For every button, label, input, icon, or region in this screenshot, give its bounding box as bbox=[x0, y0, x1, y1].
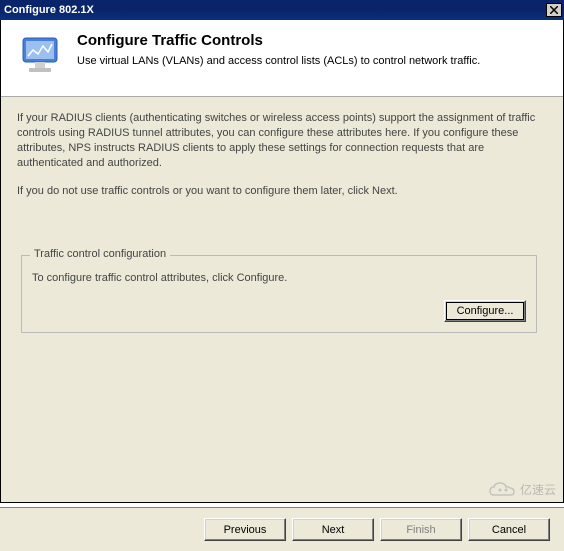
finish-button[interactable]: Finish bbox=[380, 518, 462, 541]
wizard-content: If your RADIUS clients (authenticating s… bbox=[1, 97, 563, 347]
groupbox-title: Traffic control configuration bbox=[30, 248, 170, 260]
header-text: Configure Traffic Controls Use virtual L… bbox=[77, 32, 480, 67]
window-title: Configure 802.1X bbox=[4, 4, 94, 16]
description-paragraph-2: If you do not use traffic controls or yo… bbox=[17, 184, 547, 199]
wizard-button-row: Previous Next Finish Cancel bbox=[0, 507, 564, 551]
page-title: Configure Traffic Controls bbox=[77, 32, 480, 49]
monitor-chart-icon bbox=[17, 32, 65, 80]
close-button[interactable] bbox=[546, 3, 562, 17]
wizard-header: Configure Traffic Controls Use virtual L… bbox=[1, 20, 563, 97]
cancel-button[interactable]: Cancel bbox=[468, 518, 550, 541]
description-paragraph-1: If your RADIUS clients (authenticating s… bbox=[17, 111, 547, 170]
next-button[interactable]: Next bbox=[292, 518, 374, 541]
window-titlebar: Configure 802.1X bbox=[0, 0, 564, 20]
traffic-control-groupbox: Traffic control configuration To configu… bbox=[21, 255, 537, 333]
groupbox-text: To configure traffic control attributes,… bbox=[32, 272, 526, 284]
close-icon bbox=[550, 6, 558, 14]
wizard-body: Configure Traffic Controls Use virtual L… bbox=[0, 20, 564, 503]
page-subtitle: Use virtual LANs (VLANs) and access cont… bbox=[77, 55, 480, 67]
previous-button[interactable]: Previous bbox=[204, 518, 286, 541]
configure-button[interactable]: Configure... bbox=[444, 300, 526, 322]
